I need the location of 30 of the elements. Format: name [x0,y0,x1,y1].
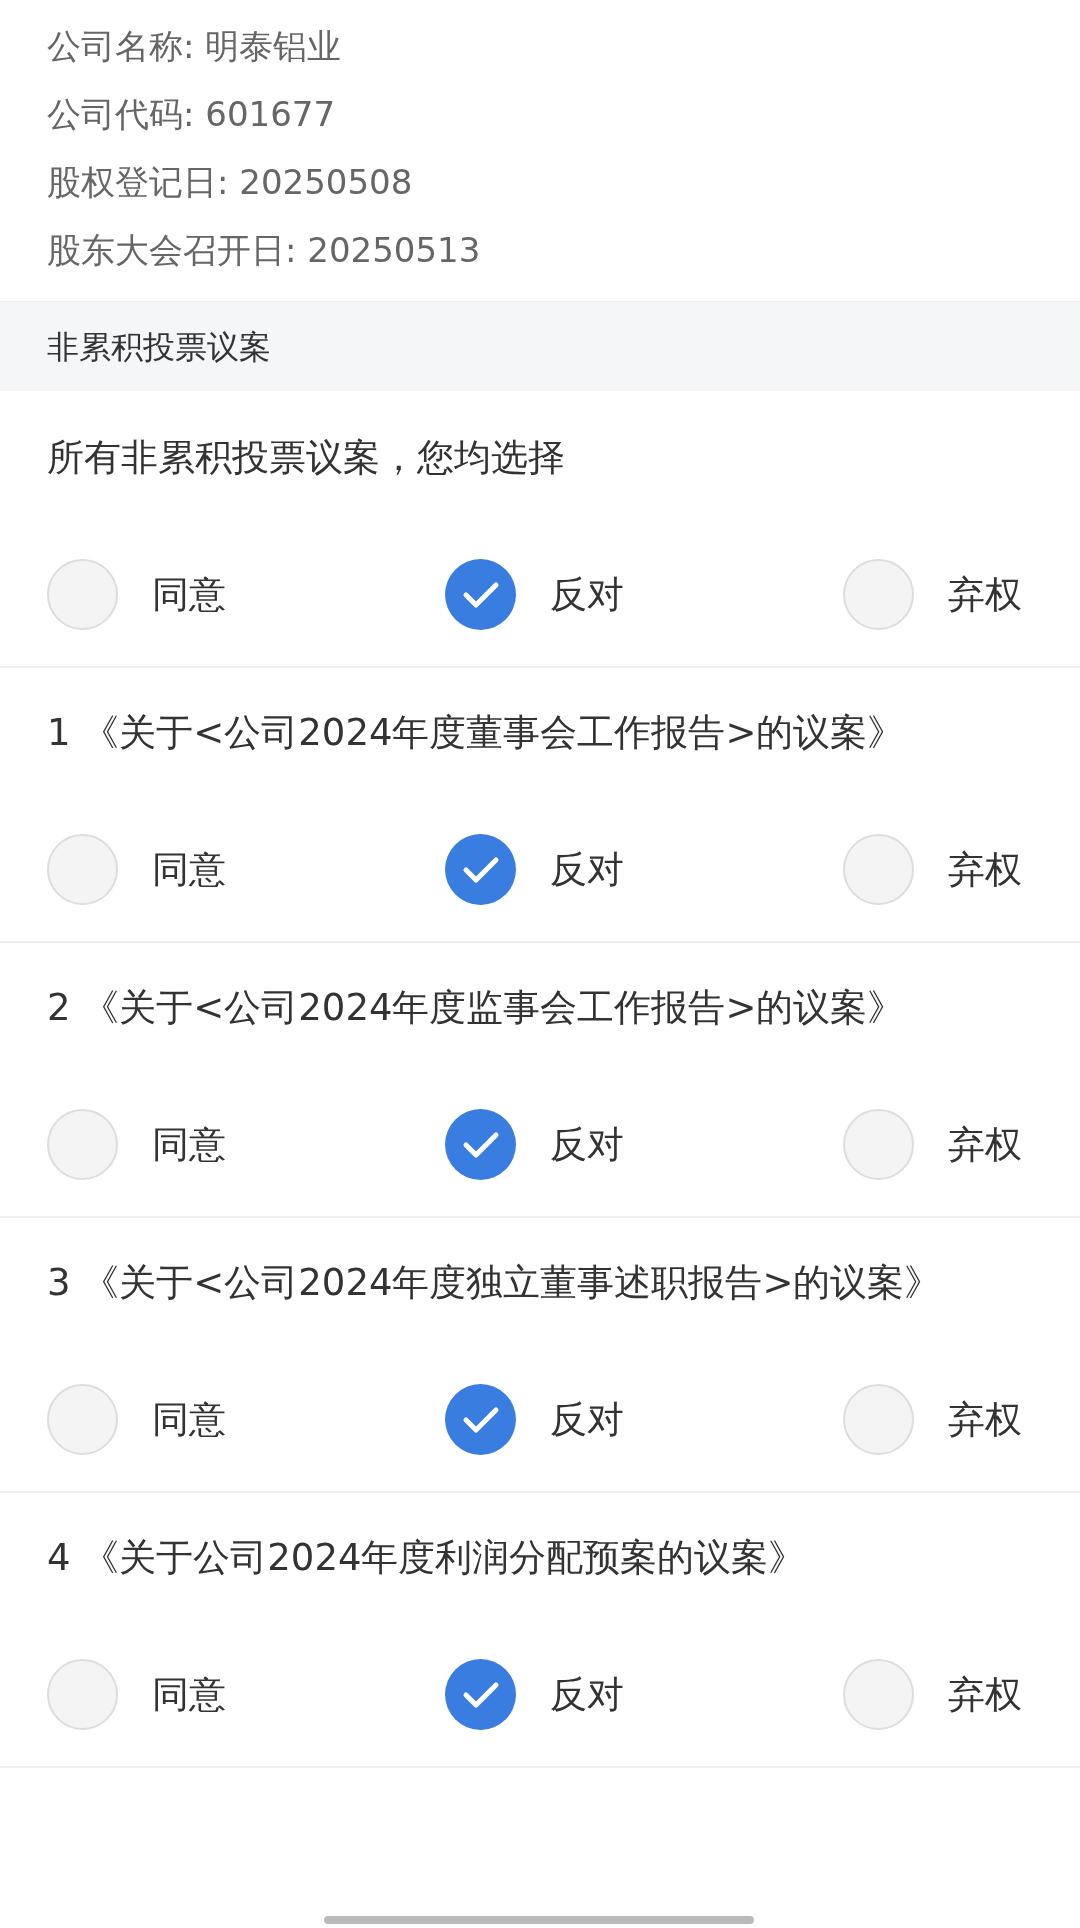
option-label: 弃权 [948,1126,1022,1163]
proposal-title: 1 《关于<公司2024年度董事会工作报告>的议案》 [47,710,906,756]
company-info-text: 股东大会召开日: 20250513 [47,228,482,272]
option-label: 同意 [152,1401,226,1438]
check-icon [461,1679,500,1710]
option-label: 反对 [550,851,624,888]
option-label: 反对 [550,1401,624,1438]
section-header: 非累积投票议案 [0,301,1080,391]
option-label: 同意 [152,576,226,613]
company-info-text: 公司代码: 601677 [47,92,337,136]
option-label: 反对 [550,576,624,613]
proposal-title: 3 《关于<公司2024年度独立董事述职报告>的议案》 [47,1260,943,1306]
option-label: 弃权 [948,576,1022,613]
option-label: 同意 [152,1126,226,1163]
option-label: 反对 [550,1676,624,1713]
select-all-prompt: 所有非累积投票议案，您均选择 [47,435,566,481]
option-label: 同意 [152,1676,226,1713]
proposal-title: 4 《关于公司2024年度利润分配预案的议案》 [47,1535,807,1581]
company-info-text: 公司名称: 明泰铝业 [47,24,343,68]
check-icon [461,579,500,610]
check-icon [461,854,500,885]
check-icon [461,1404,500,1435]
proposal-title: 2 《关于<公司2024年度监事会工作报告>的议案》 [47,985,906,1031]
option-label: 弃权 [948,1676,1022,1713]
option-label: 弃权 [948,851,1022,888]
option-label: 反对 [550,1126,624,1163]
option-label: 同意 [152,851,226,888]
option-label: 弃权 [948,1401,1022,1438]
company-info-text: 股权登记日: 20250508 [47,160,414,204]
check-icon [461,1129,500,1160]
